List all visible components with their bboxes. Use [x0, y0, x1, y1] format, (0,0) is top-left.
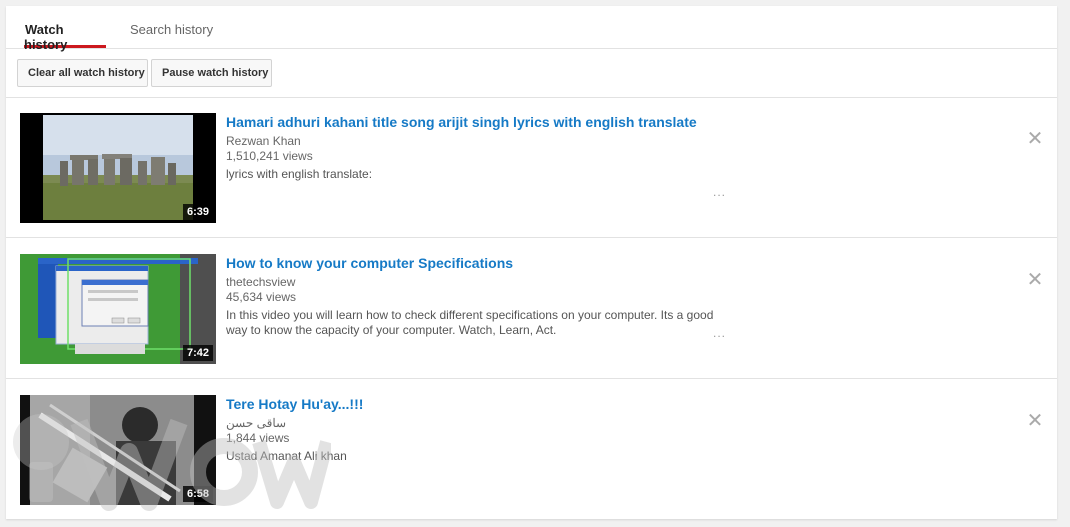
history-panel: Watch history Search history Clear all w…	[6, 6, 1057, 519]
pause-watch-history-button[interactable]: Pause watch history	[151, 59, 272, 87]
video-title-link[interactable]: Hamari adhuri kahani title song arijit s…	[226, 112, 726, 132]
video-duration: 6:39	[182, 204, 213, 220]
video-duration: 6:58	[182, 486, 213, 502]
video-info: Hamari adhuri kahani title song arijit s…	[226, 112, 726, 182]
video-row: 6:39 Hamari adhuri kahani title song ari…	[6, 97, 1057, 238]
close-icon[interactable]: ✕	[1025, 411, 1045, 431]
channel-name-link[interactable]: ساقی حسن	[226, 416, 726, 431]
video-row: 6:58 Tere Hotay Hu'ay...!!! ساقی حسن 1,8…	[6, 379, 1057, 519]
close-icon[interactable]: ✕	[1025, 270, 1045, 290]
video-row: 7:42 How to know your computer Specifica…	[6, 238, 1057, 379]
video-title-link[interactable]: Tere Hotay Hu'ay...!!!	[226, 394, 726, 414]
tab-watch-history[interactable]: Watch history	[24, 22, 106, 52]
view-count: 1,844 views	[226, 431, 290, 445]
video-title-link[interactable]: How to know your computer Specifications	[226, 253, 726, 273]
video-description: lyrics with english translate:	[226, 167, 373, 181]
view-count: 1,510,241 views	[226, 149, 313, 163]
video-thumbnail[interactable]: 7:42	[20, 254, 216, 364]
video-description: In this video you will learn how to chec…	[226, 308, 714, 337]
history-tabs: Watch history Search history	[6, 6, 1057, 52]
video-description: Ustad Amanat Ali khan	[226, 449, 347, 463]
close-icon[interactable]: ✕	[1025, 129, 1045, 149]
description-more-ellipsis[interactable]: ...	[713, 326, 726, 340]
video-thumbnail[interactable]: 6:39	[20, 113, 216, 223]
clear-all-watch-history-button[interactable]: Clear all watch history	[17, 59, 148, 87]
description-more-ellipsis[interactable]: ...	[713, 185, 726, 199]
channel-name-link[interactable]: thetechsview	[226, 275, 726, 290]
video-thumbnail[interactable]: 6:58	[20, 395, 216, 505]
video-info: How to know your computer Specifications…	[226, 253, 726, 338]
history-actions: Clear all watch history Pause watch hist…	[6, 49, 1057, 98]
channel-name-link[interactable]: Rezwan Khan	[226, 134, 726, 149]
view-count: 45,634 views	[226, 290, 297, 304]
video-duration: 7:42	[182, 345, 213, 361]
video-info: Tere Hotay Hu'ay...!!! ساقی حسن 1,844 vi…	[226, 394, 726, 464]
tab-search-history[interactable]: Search history	[130, 22, 213, 48]
